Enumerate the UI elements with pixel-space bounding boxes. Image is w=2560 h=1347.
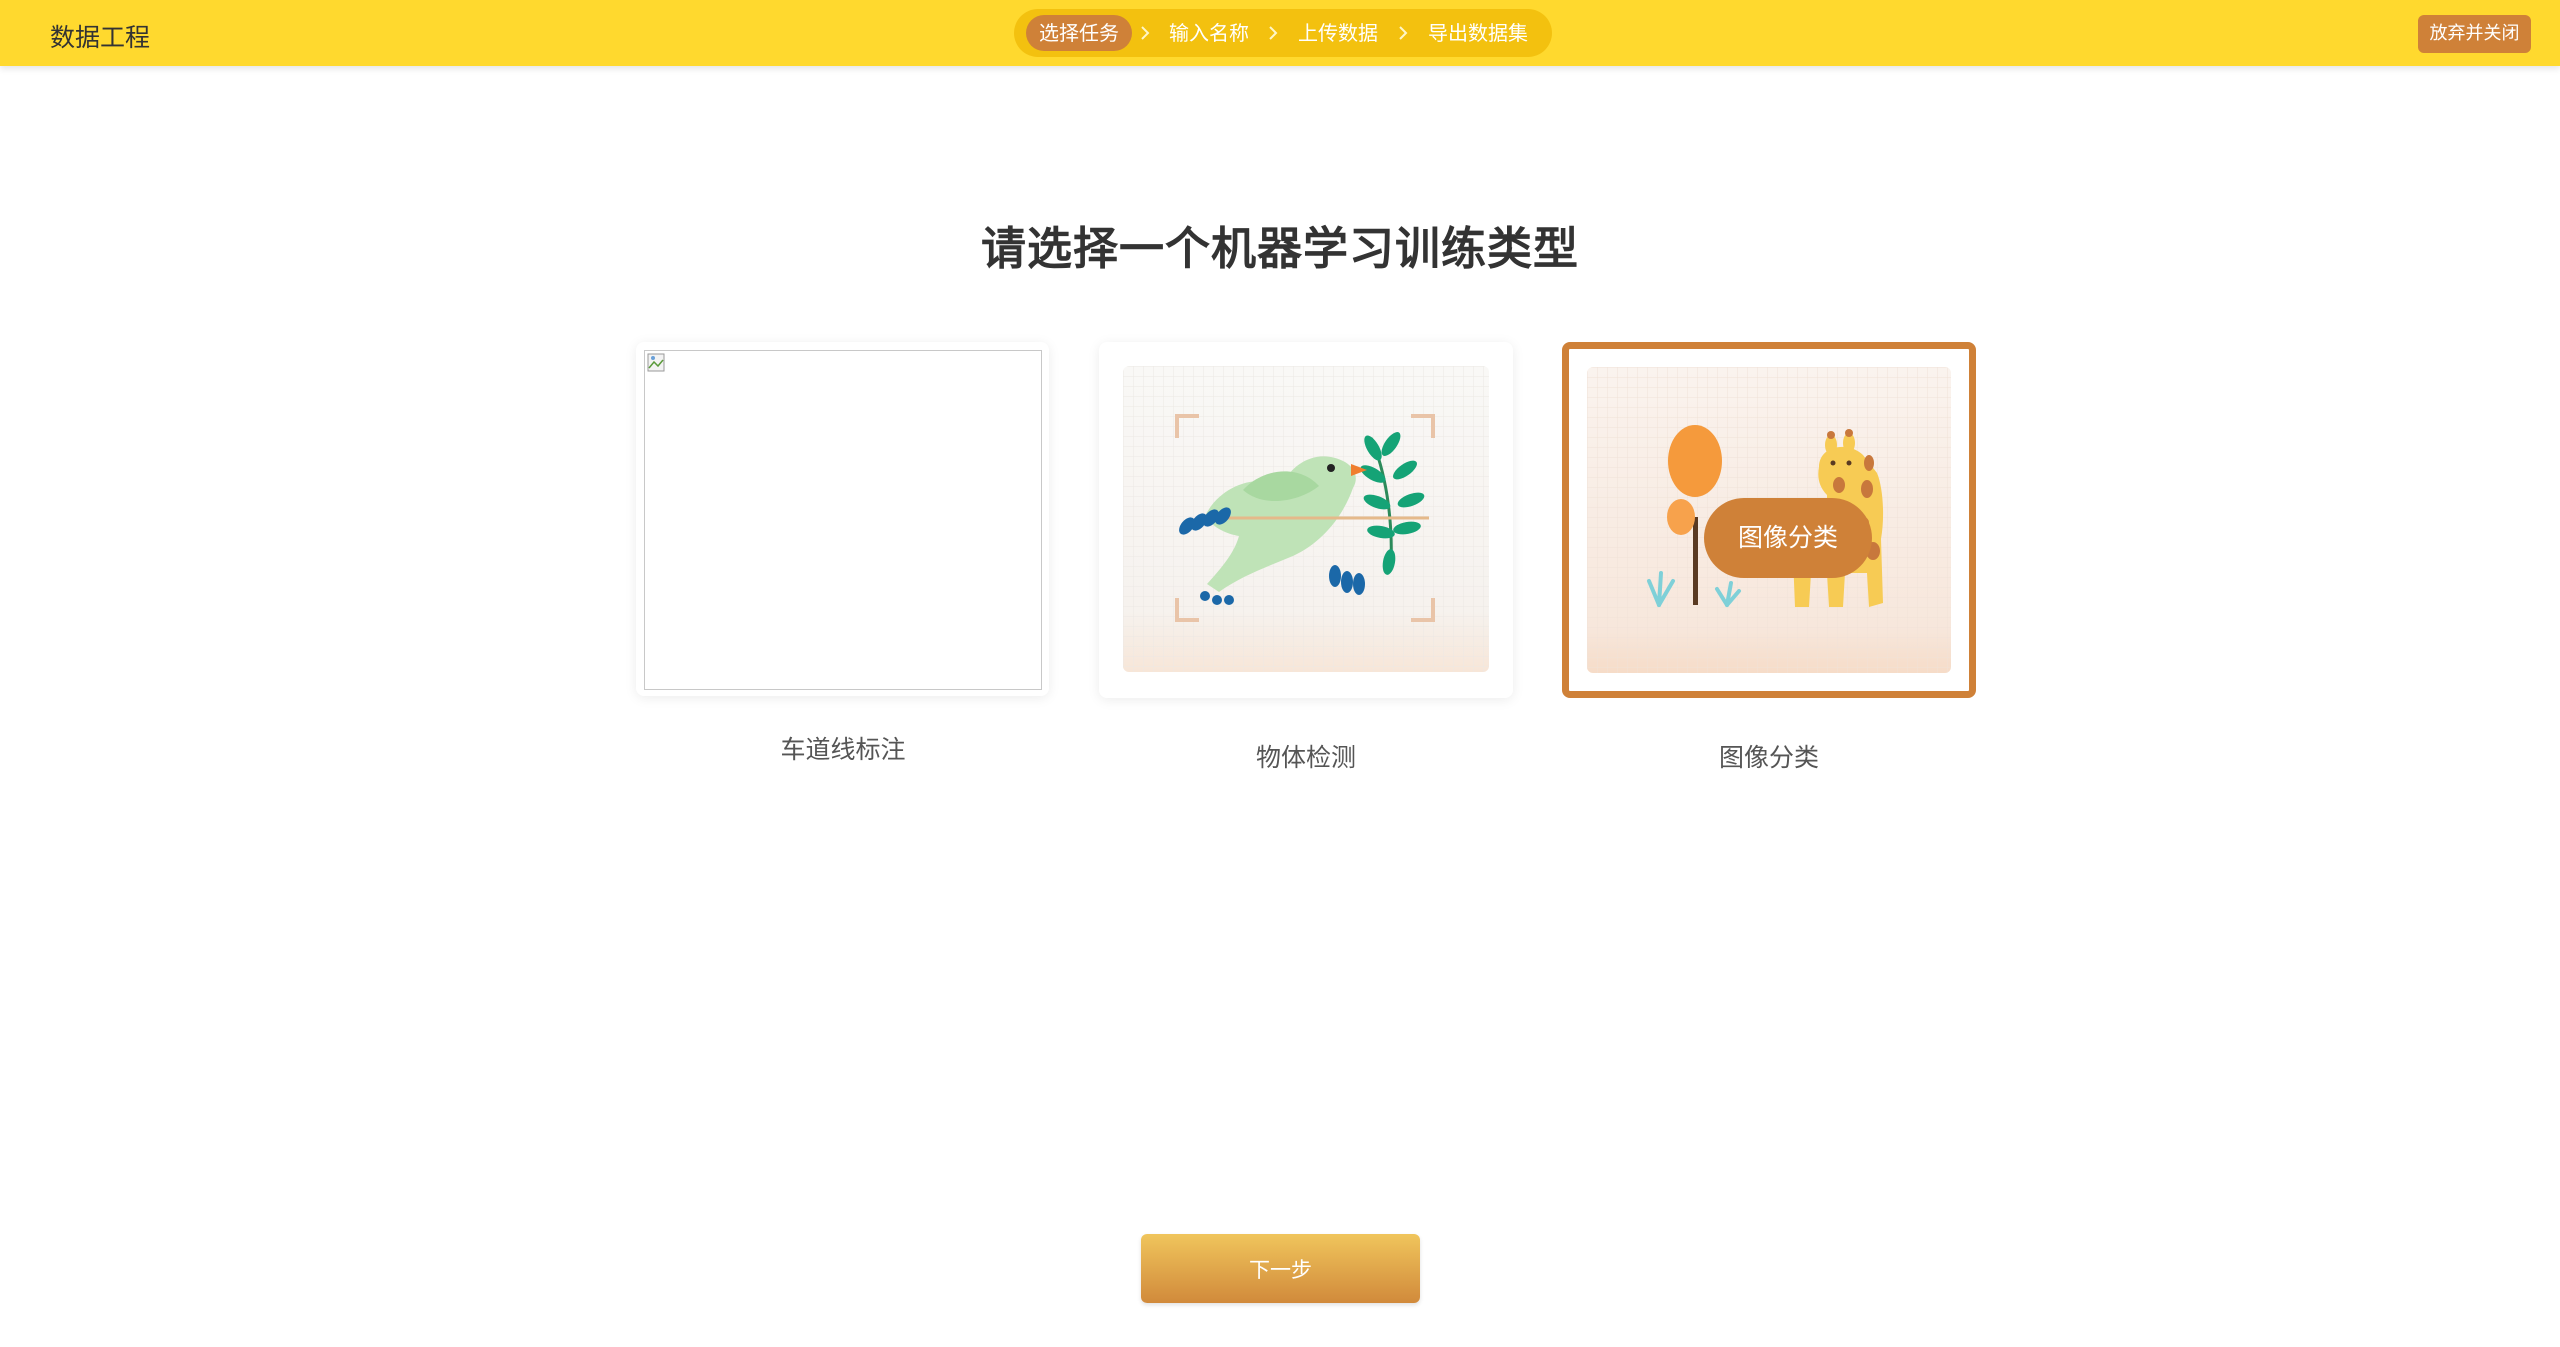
task-card-label: 图像分类 xyxy=(1718,743,1819,772)
app-title: 数据工程 xyxy=(50,23,151,52)
top-bar: 数据工程 选择任务 输入名称 上传数据 导出数据集 放弃并关闭 xyxy=(0,0,2560,66)
task-card-label: 物体检测 xyxy=(1255,743,1356,772)
broken-image-icon xyxy=(647,353,665,372)
step-export-dataset[interactable]: 导出数据集 xyxy=(1428,22,1528,44)
lane-annotation-image xyxy=(644,350,1042,690)
task-card-object-detection[interactable] xyxy=(1099,342,1513,698)
selected-overlay-label: 图像分类 xyxy=(1704,498,1872,578)
step-upload-data[interactable]: 上传数据 xyxy=(1298,22,1378,44)
task-card-lane-annotation[interactable] xyxy=(636,342,1049,696)
page-heading: 请选择一个机器学习训练类型 xyxy=(980,222,1579,275)
image-classification-illustration: 图像分类 xyxy=(1587,367,1951,673)
task-card-label: 车道线标注 xyxy=(780,735,906,764)
progress-stepper: 选择任务 输入名称 上传数据 导出数据集 xyxy=(1014,9,1552,57)
step-enter-name[interactable]: 输入名称 xyxy=(1169,22,1249,44)
chevron-right-icon xyxy=(1399,26,1408,40)
chevron-right-icon xyxy=(1141,26,1150,40)
quit-and-close-button[interactable]: 放弃并关闭 xyxy=(2418,15,2531,53)
chevron-right-icon xyxy=(1269,26,1278,40)
next-step-button[interactable]: 下一步 xyxy=(1141,1234,1420,1303)
object-detection-illustration xyxy=(1123,366,1489,672)
step-select-task[interactable]: 选择任务 xyxy=(1026,15,1132,51)
task-card-image-classification[interactable]: 图像分类 xyxy=(1562,342,1976,698)
